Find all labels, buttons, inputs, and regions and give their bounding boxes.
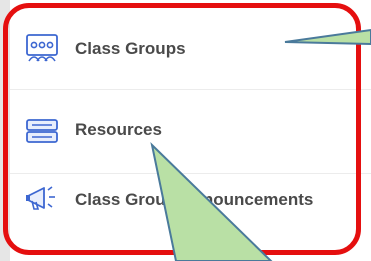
class-groups-icon xyxy=(26,34,58,62)
menu-item-class-group-announcements[interactable]: Class Group Announcements xyxy=(10,174,371,258)
resources-icon xyxy=(26,119,58,143)
menu-item-resources[interactable]: Resources xyxy=(10,90,371,174)
menu-item-label: Class Group Announcements xyxy=(75,190,314,209)
menu-item-label: Resources xyxy=(75,120,162,139)
menu-item-label: Class Groups xyxy=(75,39,186,58)
megaphone-icon xyxy=(26,186,55,210)
menu-item-class-groups[interactable]: Class Groups xyxy=(10,6,371,90)
